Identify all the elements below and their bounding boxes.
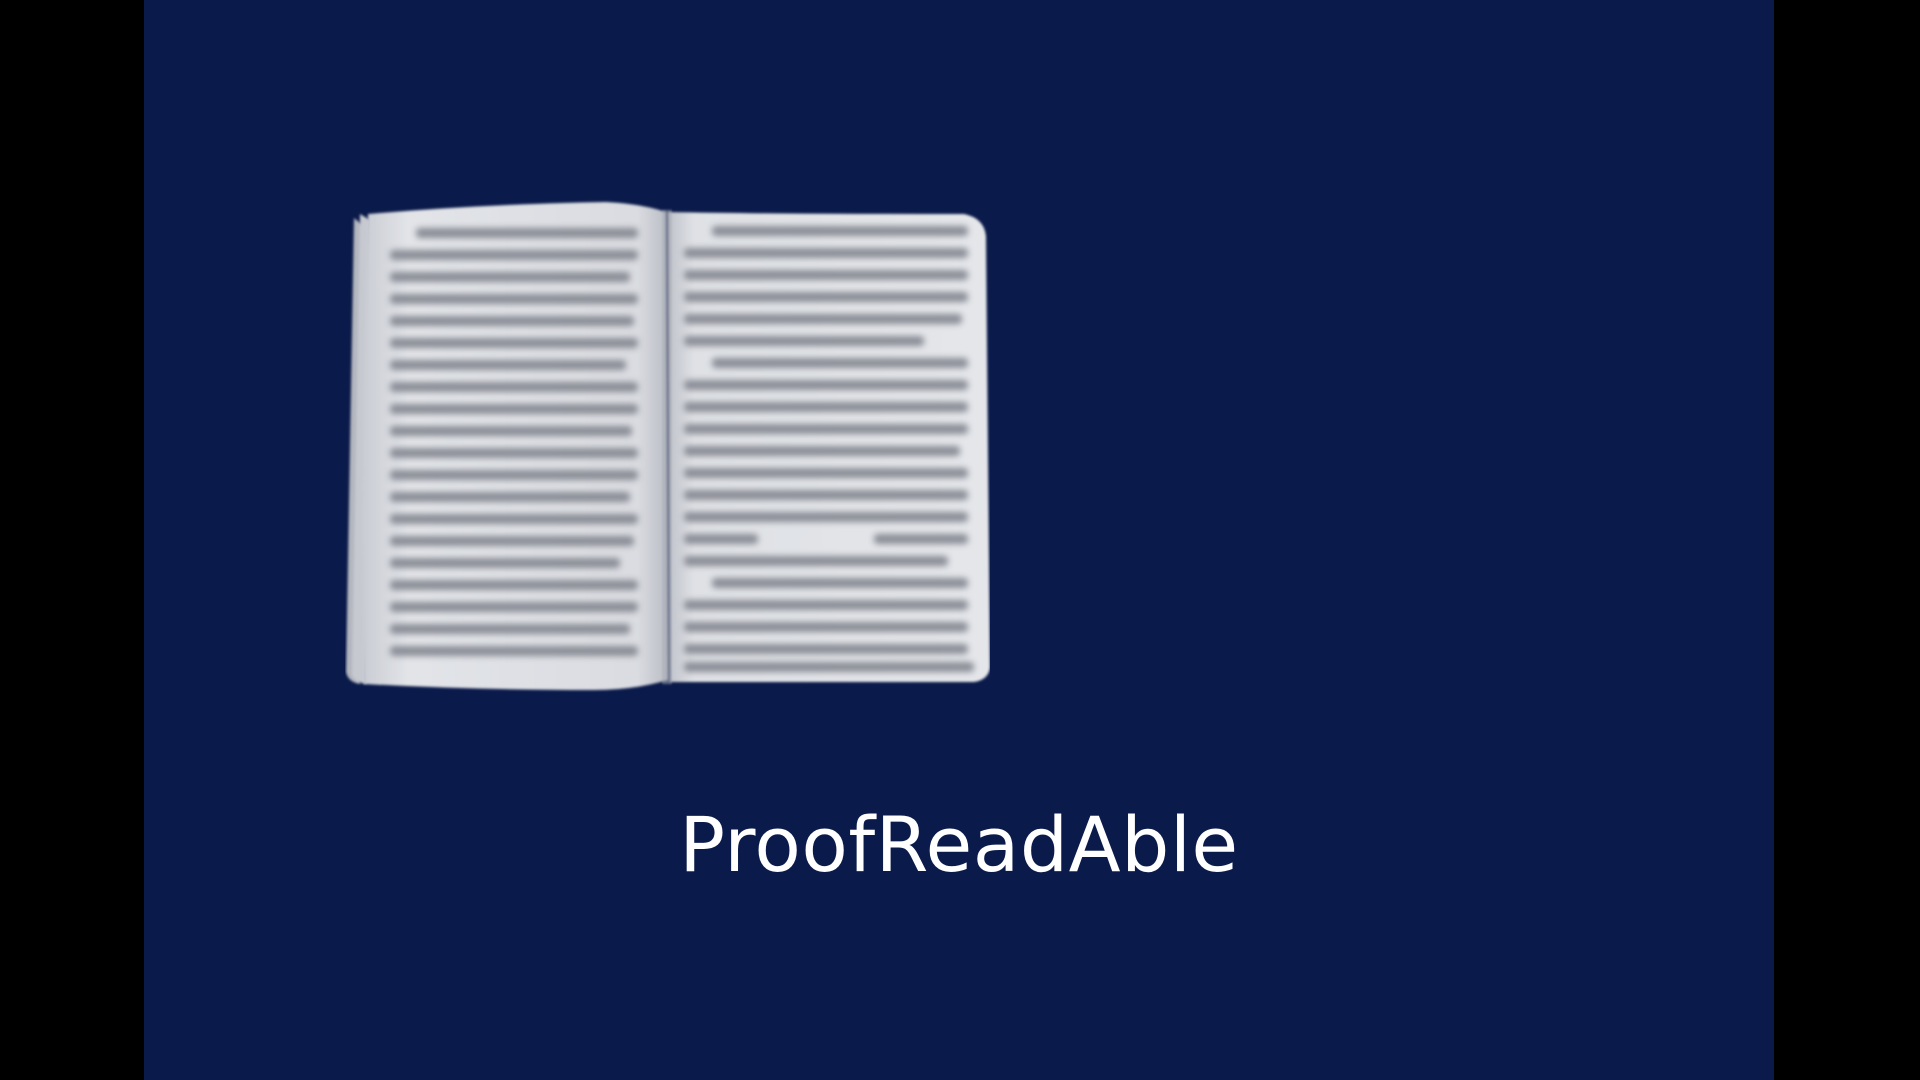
- open-book-icon: [344, 196, 990, 694]
- slide-canvas: ProofReadAble: [144, 0, 1774, 1080]
- brand-title: ProofReadAble: [679, 800, 1239, 889]
